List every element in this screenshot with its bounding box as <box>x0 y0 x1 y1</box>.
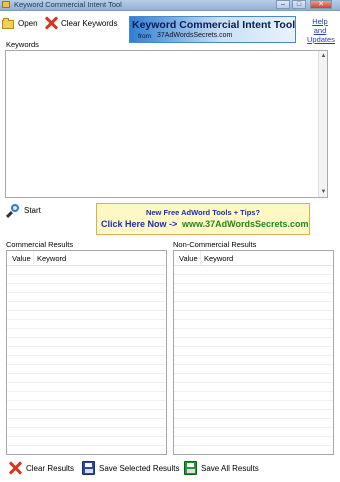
start-button[interactable]: Start <box>8 204 41 217</box>
open-button[interactable]: Open <box>2 18 38 29</box>
banner-from: from <box>138 33 151 40</box>
app-icon <box>2 1 10 8</box>
keywords-label: Keywords <box>6 40 39 49</box>
noncommercial-results-label: Non-Commercial Results <box>173 240 257 249</box>
product-banner: Keyword Commercial Intent Tool from 37Ad… <box>129 16 296 43</box>
save-all-results-button[interactable]: Save All Results <box>184 461 259 475</box>
window-title: Keyword Commercial Intent Tool <box>14 0 122 9</box>
commercial-list-rows <box>7 266 166 454</box>
scroll-down-arrow-icon[interactable]: ▼ <box>320 188 327 196</box>
column-header-keyword[interactable]: Keyword <box>204 254 233 263</box>
help-link-line2: and <box>313 26 327 35</box>
magnifier-icon <box>8 204 21 217</box>
save-all-label: Save All Results <box>201 463 259 473</box>
maximize-button[interactable]: □ <box>292 0 306 9</box>
help-and-updates-link[interactable]: Help and Updates <box>307 17 335 44</box>
commercial-list-header: Value Keyword <box>7 251 166 266</box>
scroll-up-arrow-icon[interactable]: ▲ <box>320 52 327 60</box>
floppy-disk-icon <box>82 461 95 475</box>
commercial-results-label: Commercial Results <box>6 240 74 249</box>
clear-icon <box>44 16 58 30</box>
clear-keywords-button[interactable]: Clear Keywords <box>44 16 117 30</box>
help-link-line1: Help <box>312 17 328 26</box>
save-selected-results-button[interactable]: Save Selected Results <box>82 461 180 475</box>
start-label: Start <box>24 206 41 215</box>
keywords-scrollbar[interactable]: ▲ ▼ <box>318 51 327 197</box>
noncommercial-list-header: Value Keyword <box>174 251 333 266</box>
clear-results-button[interactable]: Clear Results <box>8 461 74 475</box>
banner-url: 37AdWordsSecrets.com <box>157 32 233 39</box>
column-header-keyword[interactable]: Keyword <box>37 254 66 263</box>
clear-keywords-label: Clear Keywords <box>61 18 118 28</box>
clear-results-label: Clear Results <box>26 463 75 473</box>
window-titlebar: Keyword Commercial Intent Tool – □ ✕ <box>0 0 340 11</box>
noncommercial-results-list[interactable]: Value Keyword <box>173 250 334 455</box>
minimize-button[interactable]: – <box>276 0 290 9</box>
clear-icon <box>8 461 22 475</box>
promo-line1: New Free AdWord Tools + Tips? <box>145 208 261 217</box>
floppy-disk-icon <box>184 461 197 475</box>
column-header-value[interactable]: Value <box>12 254 31 263</box>
promo-link-box[interactable]: New Free AdWord Tools + Tips? Click Here… <box>96 203 310 235</box>
open-label: Open <box>18 19 38 28</box>
save-selected-label: Save Selected Results <box>99 463 180 473</box>
column-header-value[interactable]: Value <box>179 254 198 263</box>
close-button[interactable]: ✕ <box>310 0 332 9</box>
commercial-results-list[interactable]: Value Keyword <box>6 250 167 455</box>
promo-click-here: Click Here Now -> <box>101 219 178 229</box>
help-link-line3: Updates <box>307 35 335 44</box>
folder-open-icon <box>2 18 15 29</box>
noncommercial-list-rows <box>174 266 333 454</box>
banner-title: Keyword Commercial Intent Tool <box>132 19 296 31</box>
keywords-textarea[interactable]: ▲ ▼ <box>5 50 328 198</box>
promo-url: www.37AdWordsSecrets.com <box>182 219 309 229</box>
